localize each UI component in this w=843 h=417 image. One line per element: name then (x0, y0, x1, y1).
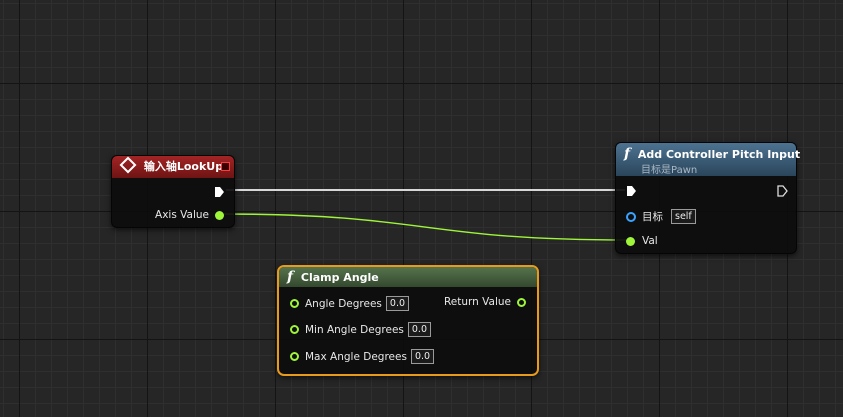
angle-degrees-label: Angle Degrees (305, 297, 382, 310)
float-pin-icon (517, 297, 526, 307)
float-pin-icon (626, 236, 635, 246)
input-axis-title: 输入轴LookUp (143, 160, 224, 173)
add-pitch-title: Add Controller Pitch Input (637, 148, 801, 161)
exec-out-pin[interactable] (777, 185, 788, 197)
min-angle-degrees-field[interactable]: 0.0 (407, 322, 431, 337)
min-angle-degrees-pin[interactable]: Min Angle Degrees 0.0 (290, 322, 431, 337)
float-pin-icon (290, 352, 299, 361)
min-angle-degrees-label: Min Angle Degrees (305, 323, 404, 336)
exec-in-pin[interactable] (626, 185, 637, 197)
axis-value-label: Axis Value (155, 209, 209, 221)
add-controller-pitch-node[interactable]: f Add Controller Pitch Input 目标是Pawn 目标 … (615, 142, 800, 254)
exec-out-pin[interactable] (214, 186, 225, 198)
angle-degrees-pin[interactable]: Angle Degrees 0.0 (290, 296, 410, 311)
clamp-angle-header: f Clamp Angle (279, 267, 537, 287)
angle-degrees-field[interactable]: 0.0 (385, 296, 410, 311)
clamp-angle-title: Clamp Angle (300, 271, 379, 284)
float-wire[interactable] (220, 213, 629, 241)
return-value-pin[interactable]: Return Value (444, 296, 526, 308)
target-label: 目标 (642, 211, 663, 223)
add-pitch-header: f Add Controller Pitch Input 目标是Pawn (616, 143, 800, 176)
val-label: Val (642, 235, 658, 247)
clamp-angle-node[interactable]: f Clamp Angle Angle Degrees 0.0 Min Angl… (277, 265, 539, 376)
object-pin-icon (626, 211, 636, 222)
return-value-label: Return Value (443, 296, 511, 308)
exec-arrow-icon (627, 186, 636, 196)
target-pin[interactable]: 目标 self (626, 209, 696, 224)
max-angle-degrees-field[interactable]: 0.0 (410, 349, 435, 364)
float-pin-icon (290, 325, 299, 334)
diamond-icon (119, 156, 137, 174)
exec-arrow-icon (215, 187, 224, 197)
float-pin-icon (215, 210, 224, 220)
max-angle-degrees-pin[interactable]: Max Angle Degrees 0.0 (290, 349, 435, 364)
function-icon: f (287, 269, 294, 285)
input-axis-event-node[interactable]: 输入轴LookUp Axis Value (111, 155, 235, 228)
float-pin-icon (290, 299, 299, 308)
val-pin[interactable]: Val (626, 235, 658, 247)
max-angle-degrees-label: Max Angle Degrees (305, 350, 407, 363)
event-delegate-pin[interactable] (221, 162, 230, 171)
axis-value-pin[interactable]: Axis Value (155, 209, 224, 221)
function-icon: f (624, 146, 631, 162)
target-value-field[interactable]: self (671, 209, 696, 224)
add-pitch-subtitle: 目标是Pawn (641, 165, 698, 176)
input-axis-header: 输入轴LookUp (112, 156, 234, 178)
exec-arrow-icon (777, 185, 788, 197)
